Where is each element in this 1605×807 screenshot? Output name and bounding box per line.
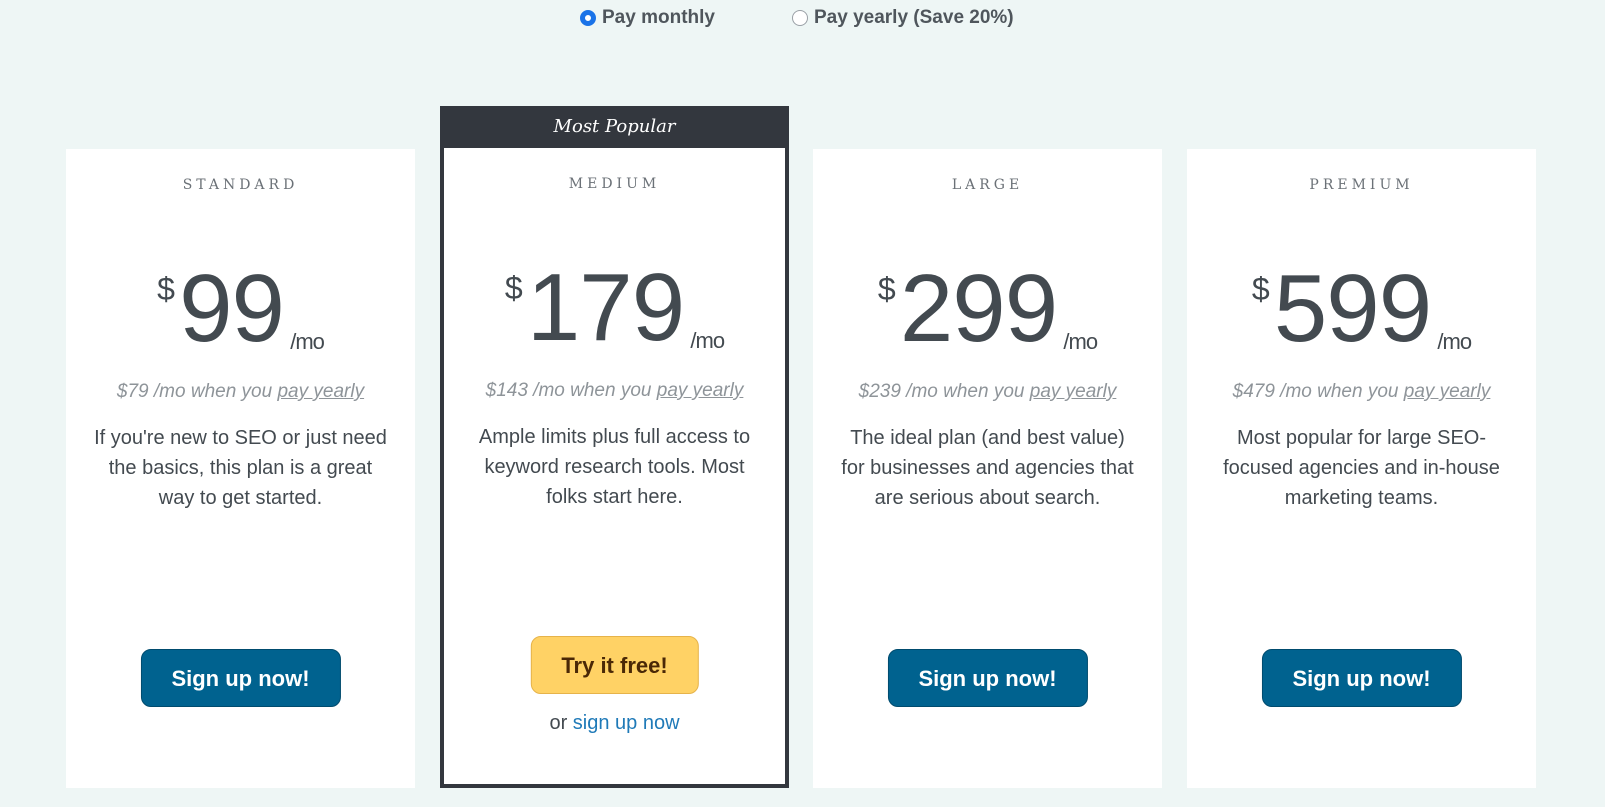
pay-yearly-link[interactable]: pay yearly: [1404, 381, 1491, 402]
plan-name: LARGE: [951, 177, 1024, 193]
plan-name: STANDARD: [182, 177, 299, 193]
plan-description: If you're new to SEO or just need the ba…: [94, 427, 387, 509]
currency-symbol: $: [157, 271, 175, 307]
price-period: /mo: [1437, 329, 1472, 354]
pay-yearly-link[interactable]: pay yearly: [657, 380, 744, 401]
yearly-price-text: $143 /mo when you: [485, 380, 657, 401]
pay-monthly-radio[interactable]: Pay monthly: [580, 7, 715, 29]
price-amount: 99: [179, 255, 285, 362]
yearly-price-note: $143 /mo when you pay yearly: [444, 380, 785, 402]
alt-signup: or sign up now: [444, 712, 785, 735]
sign-up-button[interactable]: Sign up now!: [1261, 649, 1462, 707]
price-period: /mo: [1063, 329, 1098, 354]
pay-yearly-label: Pay yearly (Save 20%): [814, 7, 1014, 28]
most-popular-banner: Most Popular: [440, 106, 789, 148]
plan-card-premium: PREMIUM $ 599 /mo $479 /mo when you pay …: [1187, 149, 1536, 788]
price-row: $ 179 /mo: [444, 260, 785, 360]
price-period: /mo: [690, 328, 725, 353]
plan-description: Ample limits plus full access to keyword…: [478, 426, 751, 508]
yearly-price-note: $79 /mo when you pay yearly: [66, 381, 415, 403]
pay-yearly-link[interactable]: pay yearly: [277, 381, 364, 402]
plan-name: MEDIUM: [568, 176, 661, 192]
price-period: /mo: [290, 329, 325, 354]
pay-monthly-label: Pay monthly: [602, 7, 715, 28]
radio-unchecked-icon[interactable]: [792, 10, 808, 26]
yearly-price-text: $79 /mo when you: [116, 381, 278, 402]
plan-card-standard: STANDARD $ 99 /mo $79 /mo when you pay y…: [66, 149, 415, 788]
pay-yearly-link[interactable]: pay yearly: [1030, 381, 1117, 402]
plan-card-medium: Most Popular MEDIUM $ 179 /mo $143 /mo w…: [440, 106, 789, 788]
price-row: $ 99 /mo: [66, 261, 415, 361]
yearly-price-note: $239 /mo when you pay yearly: [813, 381, 1162, 403]
yearly-price-text: $239 /mo when you: [858, 381, 1030, 402]
price-amount: 179: [526, 254, 685, 361]
currency-symbol: $: [1251, 271, 1270, 307]
yearly-price-note: $479 /mo when you pay yearly: [1187, 381, 1536, 403]
price-row: $ 599 /mo: [1187, 261, 1536, 361]
radio-checked-icon[interactable]: [580, 10, 596, 26]
price-row: $ 299 /mo: [813, 261, 1162, 361]
plan-description: The ideal plan (and best value) for busi…: [841, 427, 1134, 509]
price-amount: 299: [899, 255, 1058, 362]
plan-name: PREMIUM: [1309, 177, 1414, 193]
billing-toggle: Pay monthly Pay yearly (Save 20%): [0, 7, 1605, 33]
price-amount: 599: [1273, 255, 1432, 362]
try-it-free-button[interactable]: Try it free!: [530, 636, 699, 694]
currency-symbol: $: [877, 271, 896, 307]
pay-yearly-radio[interactable]: Pay yearly (Save 20%): [792, 7, 1014, 29]
plan-card-large: LARGE $ 299 /mo $239 /mo when you pay ye…: [813, 149, 1162, 788]
sign-up-button[interactable]: Sign up now!: [140, 649, 341, 707]
plan-description: Most popular for large SEO-focused agenc…: [1223, 427, 1500, 509]
currency-symbol: $: [504, 270, 523, 306]
alt-signup-prefix: or: [549, 712, 573, 734]
sign-up-now-link[interactable]: sign up now: [573, 712, 680, 734]
sign-up-button[interactable]: Sign up now!: [887, 649, 1088, 707]
yearly-price-text: $479 /mo when you: [1232, 381, 1404, 402]
